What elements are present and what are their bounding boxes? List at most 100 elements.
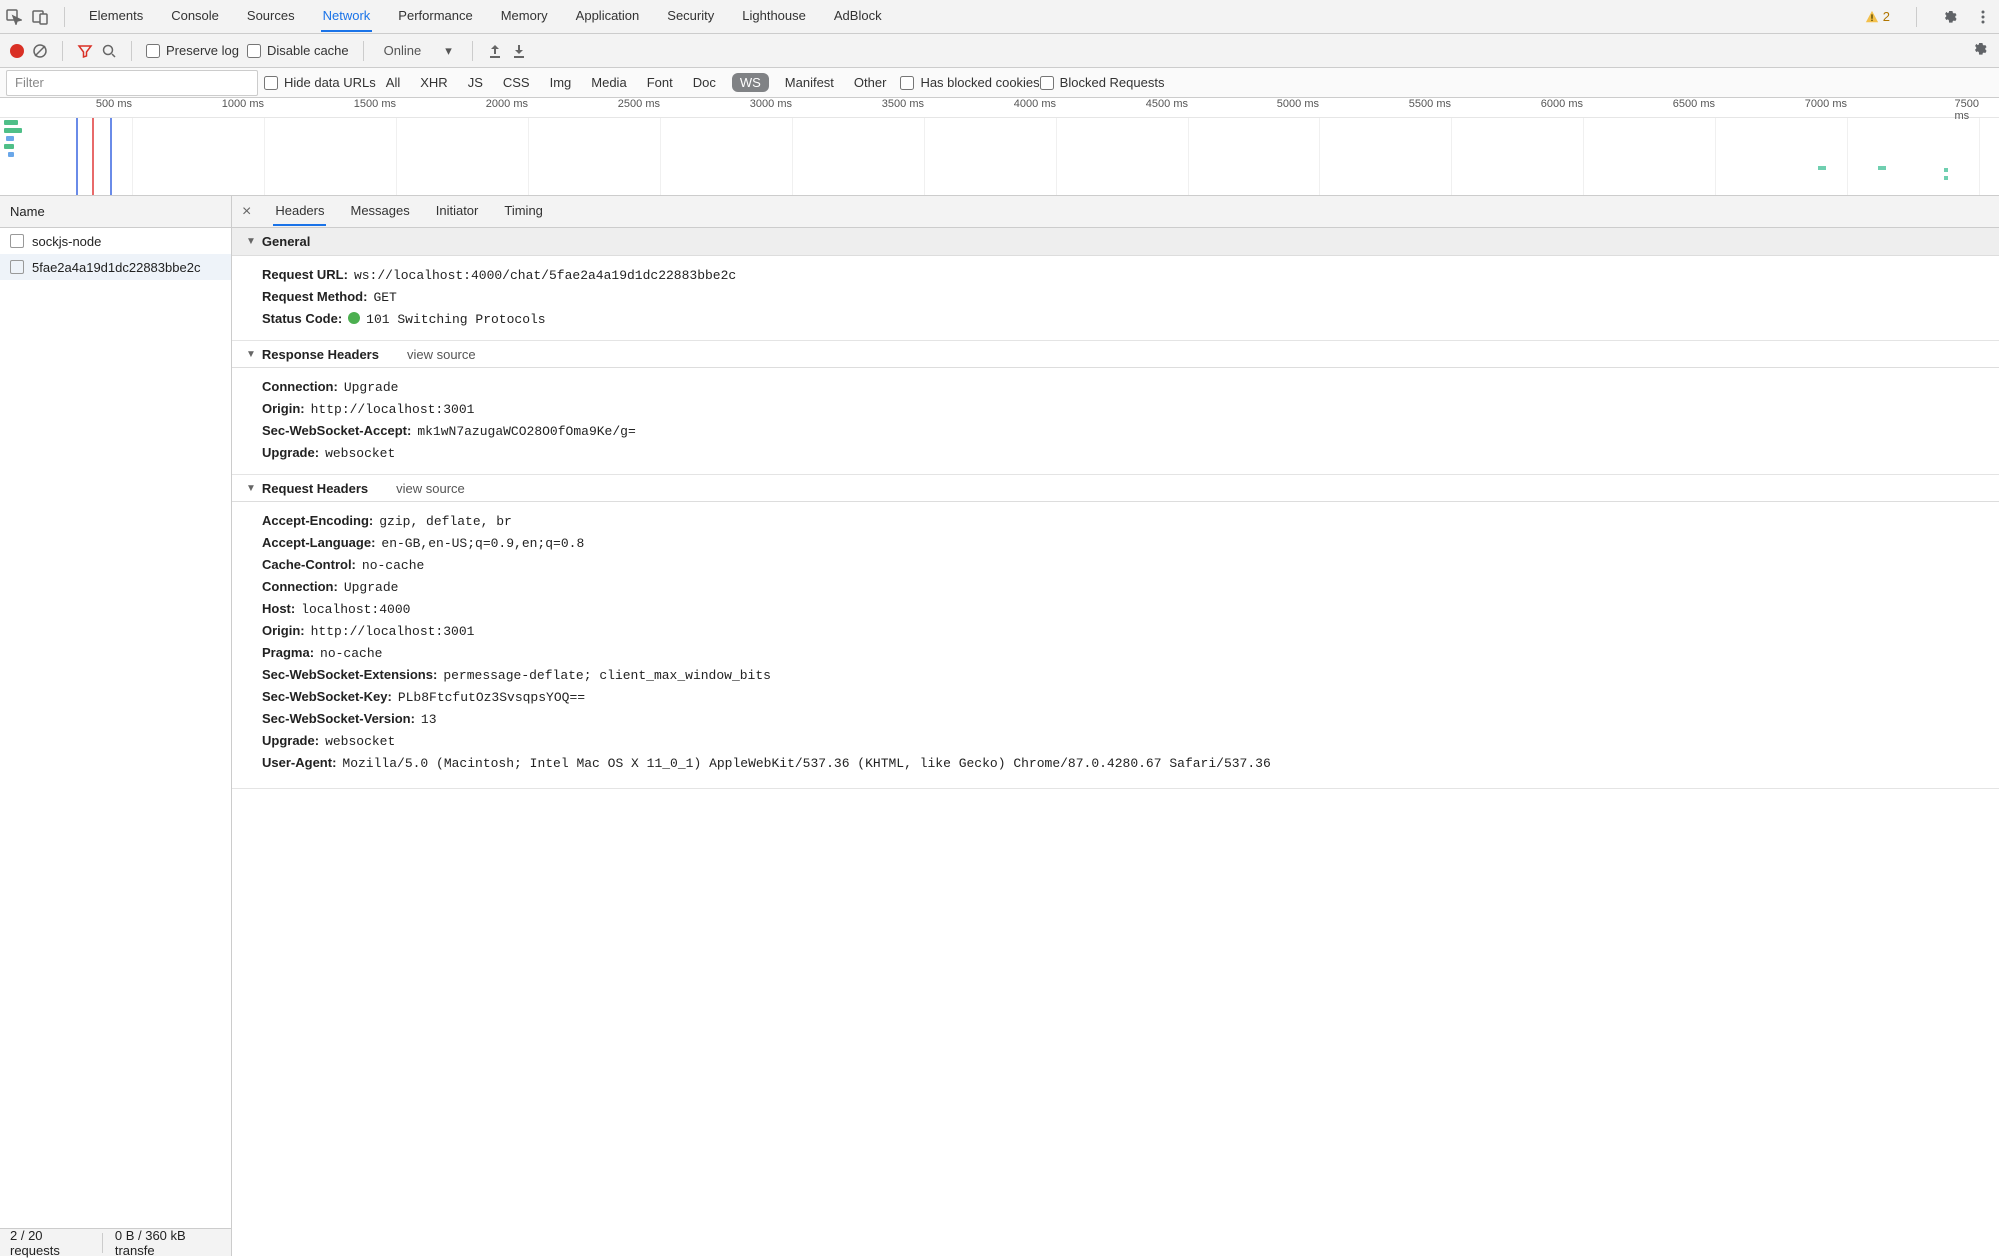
timeline-tick: 500 ms <box>96 98 132 110</box>
sidebar-header[interactable]: Name <box>0 196 231 228</box>
device-toggle-icon[interactable] <box>32 9 48 25</box>
main-tab-lighthouse[interactable]: Lighthouse <box>740 1 808 32</box>
main-tab-sources[interactable]: Sources <box>245 1 297 32</box>
timeline-gridline <box>660 118 661 195</box>
section-response-headers-title: Response Headers <box>262 347 379 362</box>
main-tab-security[interactable]: Security <box>665 1 716 32</box>
section-request-headers-title: Request Headers <box>262 481 368 496</box>
type-filter-doc[interactable]: Doc <box>689 73 720 92</box>
main-tab-application[interactable]: Application <box>574 1 642 32</box>
clear-icon[interactable] <box>32 43 48 59</box>
timeline-gridline <box>1319 118 1320 195</box>
header-value: http://localhost:3001 <box>311 624 475 639</box>
preserve-log-checkbox[interactable]: Preserve log <box>146 43 239 58</box>
timeline-tick: 3500 ms <box>882 98 924 110</box>
type-filter-other[interactable]: Other <box>850 73 891 92</box>
type-filter-all[interactable]: All <box>382 73 404 92</box>
header-value: gzip, deflate, br <box>379 514 512 529</box>
view-source-link[interactable]: view source <box>407 347 476 362</box>
section-response-headers[interactable]: ▼ Response Headers view source <box>232 340 1999 368</box>
header-value: en-GB,en-US;q=0.9,en;q=0.8 <box>381 536 584 551</box>
header-key: Sec-WebSocket-Extensions: <box>262 667 437 682</box>
timeline-gridline <box>1715 118 1716 195</box>
header-row: Request Method:GET <box>262 286 1999 308</box>
header-key: Accept-Encoding: <box>262 513 373 528</box>
section-general[interactable]: ▼ General <box>232 228 1999 256</box>
header-key: Origin: <box>262 623 305 638</box>
type-filter-media[interactable]: Media <box>587 73 630 92</box>
timeline-gridline <box>924 118 925 195</box>
timeline-gridline <box>792 118 793 195</box>
type-filter-xhr[interactable]: XHR <box>416 73 451 92</box>
filter-placeholder: Filter <box>15 75 44 90</box>
timeline-gridline <box>1583 118 1584 195</box>
main-tab-performance[interactable]: Performance <box>396 1 474 32</box>
inspect-element-icon[interactable] <box>6 9 22 25</box>
type-filter-manifest[interactable]: Manifest <box>781 73 838 92</box>
disable-cache-checkbox[interactable]: Disable cache <box>247 43 349 58</box>
view-source-link[interactable]: view source <box>396 481 465 496</box>
header-value: Upgrade <box>344 380 399 395</box>
header-row: Accept-Encoding: gzip, deflate, br <box>262 510 1999 532</box>
request-name: 5fae2a4a19d1dc22883bbe2c <box>32 260 200 275</box>
network-timeline[interactable]: 500 ms1000 ms1500 ms2000 ms2500 ms3000 m… <box>0 98 1999 196</box>
main-tab-elements[interactable]: Elements <box>87 1 145 32</box>
details-tab-headers[interactable]: Headers <box>273 197 326 226</box>
filter-bar: Filter Hide data URLs All XHR JS CSS Img Medi… <box>0 68 1999 98</box>
filter-icon[interactable] <box>77 43 93 59</box>
close-icon[interactable]: × <box>242 203 251 221</box>
settings-gear-icon[interactable] <box>1943 9 1959 25</box>
header-key: Upgrade: <box>262 445 319 460</box>
panel-settings-gear-icon[interactable] <box>1973 41 1989 57</box>
warnings-badge[interactable]: 2 <box>1865 9 1890 24</box>
record-button[interactable] <box>10 44 24 58</box>
main-tab-console[interactable]: Console <box>169 1 221 32</box>
main-tab-adblock[interactable]: AdBlock <box>832 1 884 32</box>
section-request-headers[interactable]: ▼ Request Headers view source <box>232 474 1999 502</box>
request-name: sockjs-node <box>32 234 101 249</box>
request-row[interactable]: 5fae2a4a19d1dc22883bbe2c <box>0 254 231 280</box>
disclosure-triangle-icon: ▼ <box>246 349 256 360</box>
timeline-gridline <box>1056 118 1057 195</box>
type-filter-font[interactable]: Font <box>643 73 677 92</box>
header-row: Sec-WebSocket-Key:PLb8FtcfutOz3SvsqpsYOQ… <box>262 686 1999 708</box>
blocked-requests-checkbox[interactable]: Blocked Requests <box>1040 75 1165 90</box>
status-transfer: 0 B / 360 kB transfe <box>115 1228 221 1258</box>
header-value: permessage-deflate; client_max_window_bi… <box>443 668 771 683</box>
hide-data-urls-checkbox[interactable]: Hide data URLs <box>264 75 376 90</box>
throttling-dropdown[interactable]: Online ▾ <box>378 43 458 59</box>
download-har-icon[interactable] <box>511 43 527 59</box>
main-tab-network[interactable]: Network <box>321 1 373 32</box>
status-requests: 2 / 20 requests <box>10 1228 90 1258</box>
details-tab-messages[interactable]: Messages <box>348 197 411 226</box>
header-value: localhost:4000 <box>301 602 410 617</box>
kebab-menu-icon[interactable] <box>1975 9 1991 25</box>
has-blocked-cookies-checkbox[interactable]: Has blocked cookies <box>900 75 1039 90</box>
header-key: User-Agent: <box>262 755 336 770</box>
type-filter-css[interactable]: CSS <box>499 73 534 92</box>
type-filter-img[interactable]: Img <box>546 73 576 92</box>
header-key: Host: <box>262 601 295 616</box>
timeline-mark <box>1944 176 1948 180</box>
header-value: GET <box>373 290 396 305</box>
file-icon <box>10 260 24 274</box>
header-key: Connection: <box>262 379 338 394</box>
header-key: Accept-Language: <box>262 535 375 550</box>
details-tab-timing[interactable]: Timing <box>502 197 545 226</box>
search-icon[interactable] <box>101 43 117 59</box>
chevron-down-icon: ▾ <box>445 43 452 59</box>
type-filter-ws[interactable]: WS <box>732 73 769 92</box>
upload-har-icon[interactable] <box>487 43 503 59</box>
request-row[interactable]: sockjs-node <box>0 228 231 254</box>
header-key: Sec-WebSocket-Key: <box>262 689 392 704</box>
timeline-tick: 7500 ms <box>1955 98 1979 122</box>
sidebar-header-label: Name <box>10 204 45 219</box>
timeline-tick: 6500 ms <box>1673 98 1715 110</box>
header-key: Request URL: <box>262 267 348 282</box>
filter-input[interactable]: Filter <box>6 70 258 96</box>
type-filter-js[interactable]: JS <box>464 73 487 92</box>
main-tab-memory[interactable]: Memory <box>499 1 550 32</box>
header-value: no-cache <box>320 646 382 661</box>
separator <box>472 41 473 61</box>
details-tab-initiator[interactable]: Initiator <box>434 197 481 226</box>
